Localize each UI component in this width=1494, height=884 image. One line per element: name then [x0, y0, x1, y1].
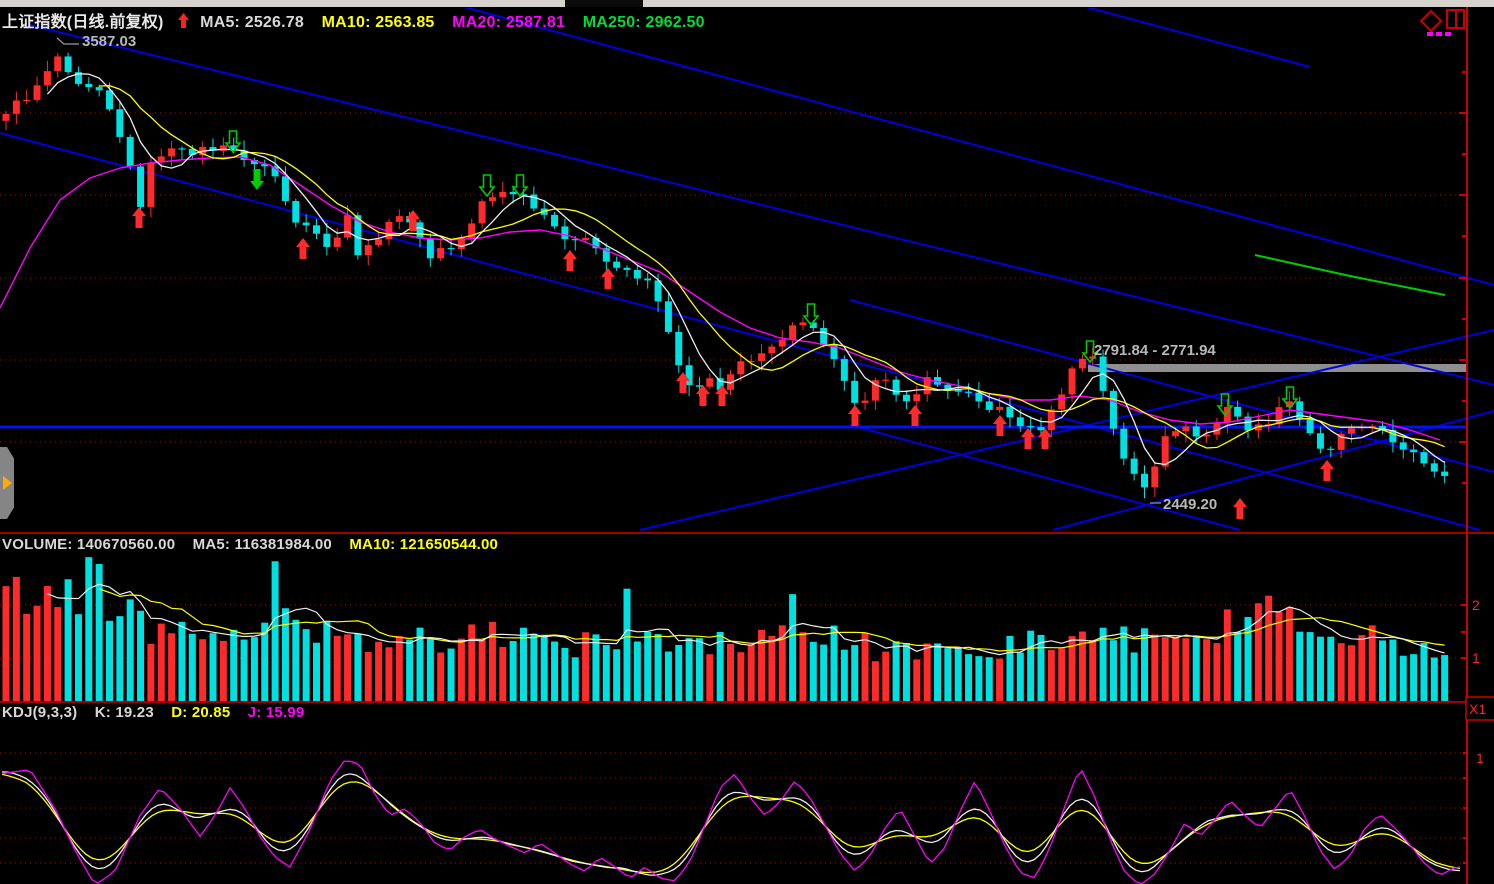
annotation-low-price: 2449.20 — [1163, 496, 1217, 513]
buy-signal-arrow — [908, 405, 922, 426]
ma250-line — [1255, 255, 1445, 295]
more-dots-icon[interactable] — [1436, 32, 1442, 36]
trend-up-arrow-icon — [177, 12, 190, 29]
stock-chart-app: 2 1 1 X1 上证指数(日线.前复权) MA5: 2526.78 MA10: 25… — [0, 0, 1494, 884]
ma250-readout: MA250: 2962.50 — [583, 14, 705, 31]
volume-axis-label: 2 — [1472, 597, 1480, 613]
ma5-readout: MA5: 2526.78 — [200, 14, 304, 31]
kdj-axis-label: 1 — [1476, 750, 1484, 766]
x1-badge-label: X1 — [1469, 701, 1486, 717]
buy-signal-arrow — [848, 405, 862, 426]
buy-signal-arrow — [1320, 460, 1334, 481]
volume-axis-label: 1 — [1472, 650, 1480, 666]
trendline — [0, 133, 1480, 530]
buy-signal-arrow — [696, 385, 710, 406]
sell-signal-arrow-solid — [250, 169, 264, 190]
kdj-d-line — [2, 774, 1460, 872]
buy-signal-arrow — [1233, 498, 1247, 519]
more-dots-icon[interactable] — [1445, 32, 1451, 36]
kdj-d-readout: D: 20.85 — [171, 704, 230, 721]
sell-signal-arrow — [480, 175, 494, 196]
buy-signal-arrow — [563, 250, 577, 271]
buy-signal-arrow — [296, 238, 310, 259]
sell-signal-arrow — [804, 304, 818, 325]
main-chart-header: 上证指数(日线.前复权) MA5: 2526.78 MA10: 2563.85 … — [2, 8, 718, 32]
ma20-readout: MA20: 2587.81 — [452, 14, 565, 31]
ma10-readout: MA10: 2563.85 — [322, 14, 435, 31]
volume-ma5-readout: MA5: 116381984.00 — [193, 536, 332, 553]
buy-signal-arrow — [1038, 428, 1052, 449]
trendline — [30, 25, 1494, 385]
kdj-k-line — [2, 772, 1460, 875]
buy-signal-arrow — [601, 268, 615, 289]
kdj-header: KDJ(9,3,3) K: 19.23 D: 20.85 J: 15.99 — [2, 704, 317, 721]
trendline — [1053, 411, 1494, 530]
buy-signal-arrow — [132, 207, 146, 228]
annotation-gap-range: 2791.84 - 2771.94 — [1094, 342, 1216, 359]
kdj-title: KDJ(9,3,3) — [2, 704, 77, 721]
diamond-tool-icon[interactable] — [1421, 11, 1441, 31]
annotation-high-price: 3587.03 — [82, 33, 136, 50]
symbol-title: 上证指数(日线.前复权) — [2, 14, 164, 31]
volume-header: VOLUME: 140670560.00 MA5: 116381984.00 M… — [2, 536, 511, 553]
expand-arrow-icon — [3, 476, 12, 490]
kdj-k-readout: K: 19.23 — [95, 704, 154, 721]
kdj-j-readout: J: 15.99 — [248, 704, 305, 721]
sidebar-expand-handle[interactable] — [0, 447, 14, 519]
chart-canvas[interactable]: 2 1 1 X1 — [0, 0, 1494, 884]
volume-readout: VOLUME: 140670560.00 — [2, 536, 175, 553]
kdj-j-line — [2, 761, 1460, 883]
volume-ma10-readout: MA10: 121650544.00 — [349, 536, 498, 553]
more-dots-icon[interactable] — [1427, 32, 1433, 36]
trendline — [1060, 0, 1310, 67]
